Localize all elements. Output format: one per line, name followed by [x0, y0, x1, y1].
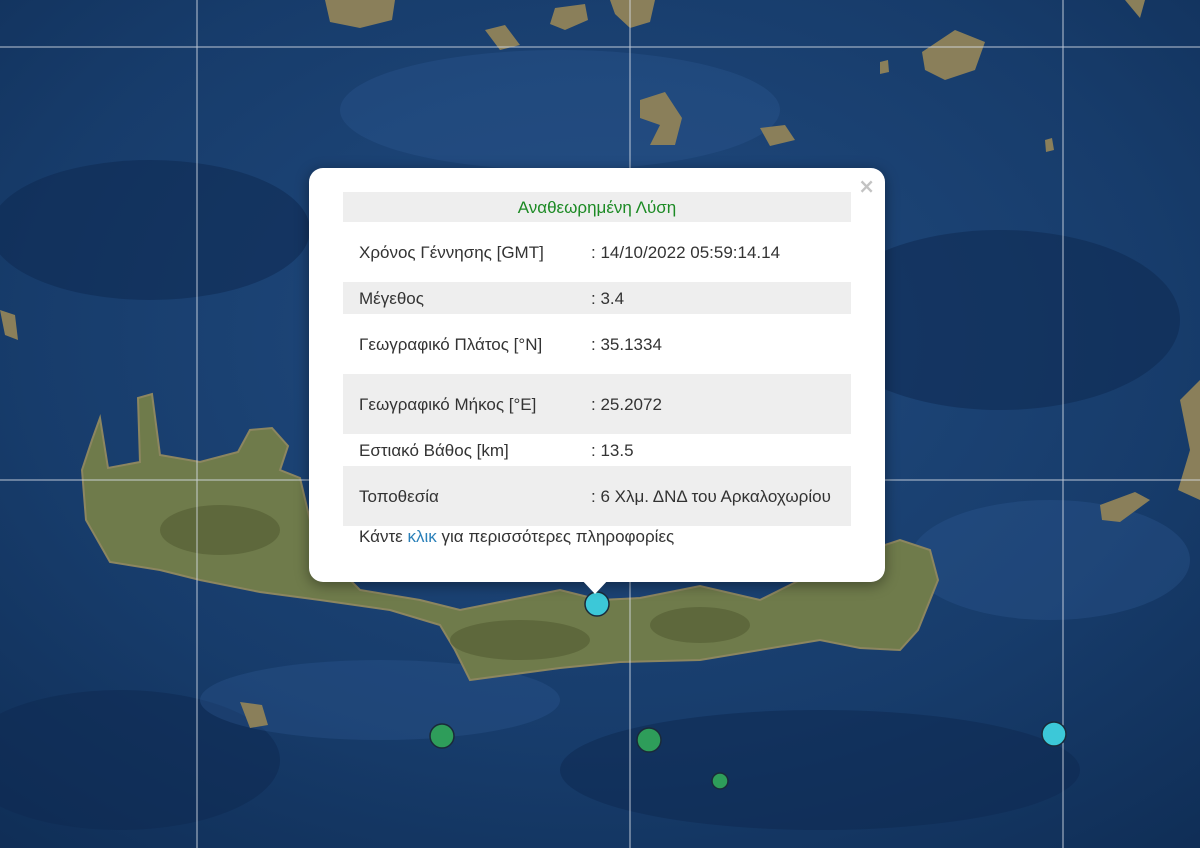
- info-value: : 6 Χλμ. ΔΝΔ του Αρκαλοχωρίου: [567, 466, 851, 526]
- info-row-longitude: Γεωγραφικό Μήκος [°E] : 25.2072: [343, 374, 851, 434]
- popup-header: Αναθεωρημένη Λύση: [343, 192, 851, 222]
- info-value: : 3.4: [567, 282, 851, 314]
- earthquake-marker[interactable]: [636, 727, 662, 753]
- info-row-origin-time: Χρόνος Γέννησης [GMT] : 14/10/2022 05:59…: [343, 222, 851, 282]
- info-label: Χρόνος Γέννησης [GMT]: [359, 242, 544, 262]
- info-value: : 14/10/2022 05:59:14.14: [591, 242, 781, 262]
- earthquake-marker[interactable]: [429, 723, 455, 749]
- earthquake-info-popup: × Αναθεωρημένη Λύση Χρόνος Γέννησης [GMT…: [309, 168, 885, 582]
- info-row-latitude: Γεωγραφικό Πλάτος [°N] : 35.1334: [343, 314, 851, 374]
- popup-header-row: Αναθεωρημένη Λύση: [343, 192, 851, 222]
- info-value: : 35.1334: [591, 334, 662, 354]
- info-value: : 25.2072: [567, 374, 851, 434]
- info-row-depth: Εστιακό Βάθος [km] : 13.5: [343, 434, 851, 466]
- info-label: Γεωγραφικό Μήκος [°E]: [343, 374, 567, 434]
- info-row-magnitude: Μέγεθος : 3.4: [343, 282, 851, 314]
- earthquake-marker[interactable]: [1041, 721, 1067, 747]
- popup-pointer: [580, 578, 610, 594]
- info-label: Μέγεθος: [343, 282, 567, 314]
- more-info-text: Κάντε κλικ για περισσότερες πληροφορίες: [359, 527, 674, 547]
- earthquake-marker-selected[interactable]: [584, 591, 610, 617]
- info-label: Εστιακό Βάθος [km]: [359, 440, 509, 460]
- more-info-prefix: Κάντε: [359, 527, 408, 546]
- earthquake-info-table: Αναθεωρημένη Λύση Χρόνος Γέννησης [GMT] …: [343, 192, 851, 526]
- more-info-link[interactable]: κλικ: [407, 527, 436, 546]
- info-row-location: Τοποθεσία : 6 Χλμ. ΔΝΔ του Αρκαλοχωρίου: [343, 466, 851, 526]
- earthquake-marker[interactable]: [711, 772, 729, 790]
- close-icon[interactable]: ×: [858, 176, 875, 196]
- more-info-suffix: για περισσότερες πληροφορίες: [436, 527, 675, 546]
- info-label: Τοποθεσία: [343, 466, 567, 526]
- info-value: : 13.5: [591, 440, 634, 460]
- info-label: Γεωγραφικό Πλάτος [°N]: [359, 334, 543, 354]
